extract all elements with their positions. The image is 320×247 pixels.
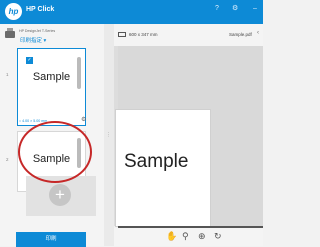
page-thumbnail-label: Sample [32,153,71,165]
page-number: 2 [6,157,9,162]
add-page-card[interactable]: + [26,176,96,216]
title-bar: hp HP Click ? ⚙ – [0,0,263,24]
paper-preview[interactable]: Sample [116,110,210,226]
hp-logo: hp [5,3,22,20]
paper-size-icon [118,32,126,37]
print-button[interactable]: 印刷 [16,232,86,247]
page-card-1[interactable]: ✓ Sample [17,48,86,126]
view-tools: ✋ ⚲ ⊕ ↻ [114,228,263,246]
page-number: 1 [6,72,9,77]
splitter-grip[interactable]: ⋮ [106,133,111,138]
print-preset-dropdown[interactable]: 印刷指定 ▾ [20,36,46,44]
printer-name: HP DesignJet T-Series [19,29,56,33]
zoom-in-icon[interactable]: ⊕ [198,232,206,241]
add-page-button[interactable]: + [49,184,71,206]
app-title: HP Click [26,6,55,13]
printer-icon [5,28,15,38]
help-icon[interactable]: ? [215,5,219,13]
settings-icon[interactable]: ⚙ [232,5,238,13]
canvas-toolbar: 600 x 347 mm Sample.pdf ‹ [114,24,263,46]
page-list-panel: HP DesignJet T-Series 印刷指定 ▾ 1 ✓ Sample … [0,24,104,246]
hand-icon[interactable]: ✋ [166,232,177,241]
page-checkbox[interactable]: ✓ [26,57,33,64]
minimize-icon[interactable]: – [253,5,257,13]
paper-size: 600 x 347 mm [129,32,158,37]
file-name: Sample.pdf [229,32,252,37]
card-scrollbar[interactable] [77,138,81,168]
chevron-left-icon[interactable]: ‹ [257,30,259,36]
zoom-out-icon[interactable]: ⚲ [182,232,189,241]
rotate-icon[interactable]: ↻ [214,232,222,241]
card-scrollbar[interactable] [77,57,81,89]
page-thumbnail-label: Sample [32,71,71,83]
panel-splitter[interactable]: ⋮ [104,24,114,246]
paper-preview-label: Sample [124,151,189,172]
page-size-info: ○ 4.00 × 5.00 mm [19,119,48,123]
page-settings-icon[interactable]: ⚙ [81,116,86,123]
